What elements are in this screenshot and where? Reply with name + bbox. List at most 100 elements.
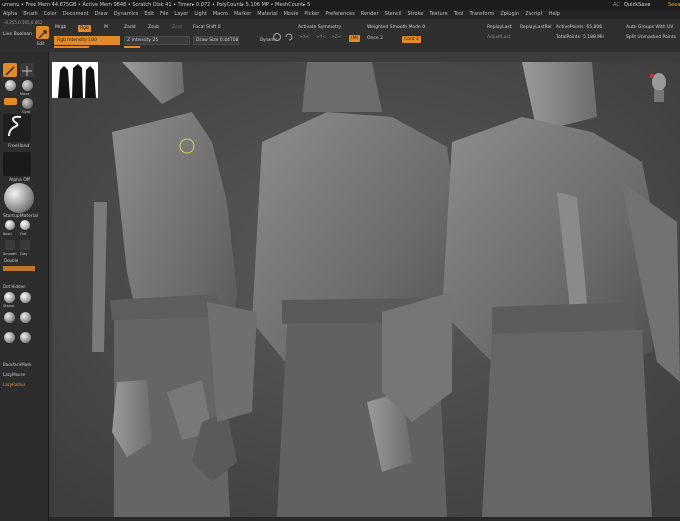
edit-mode-button[interactable]: [36, 26, 49, 39]
menu-stencil[interactable]: Stencil: [382, 10, 405, 19]
skin-label[interactable]: Seeab: [666, 0, 680, 10]
rotate-button[interactable]: [4, 98, 17, 105]
move-label: Move: [20, 92, 30, 96]
sym-z-button[interactable]: >Z<: [331, 34, 342, 42]
sym-y-button[interactable]: >Y<: [316, 34, 326, 42]
activate-symmetry-button[interactable]: Activate Symmetry: [298, 24, 341, 32]
focal-shift-slider[interactable]: Focal Shift 0: [193, 24, 221, 32]
lazymouse-label[interactable]: LazyMouse: [3, 372, 25, 377]
menu-picker[interactable]: Picker: [301, 10, 322, 19]
startup-material-label: StartupMaterial: [3, 214, 38, 219]
menu-help[interactable]: Help: [546, 10, 563, 19]
zadd-button[interactable]: Zadd: [124, 24, 136, 32]
clay-brush[interactable]: [20, 240, 30, 250]
menu-macro[interactable]: Macro: [210, 10, 231, 19]
menu-render[interactable]: Render: [358, 10, 382, 19]
stamp-material[interactable]: [4, 292, 15, 303]
menu-document[interactable]: Document: [60, 10, 92, 19]
alpha-thumb[interactable]: [3, 152, 31, 176]
menu-alpha[interactable]: Alpha: [0, 10, 20, 19]
zcut-button[interactable]: Zcut: [172, 24, 182, 32]
menu-preferences[interactable]: Preferences: [322, 10, 357, 19]
z-intensity-slider[interactable]: Z Intensity 25: [124, 36, 190, 45]
status-text: umenu • Free Mem 44.675GB • Active Mem 9…: [2, 2, 311, 8]
once-button[interactable]: Once 2: [367, 35, 383, 43]
menu-layer[interactable]: Layer: [171, 10, 191, 19]
menu-zscript[interactable]: Zscript: [522, 10, 545, 19]
menu-texture[interactable]: Texture: [426, 10, 450, 19]
status-bar: umenu • Free Mem 44.675GB • Active Mem 9…: [0, 0, 680, 10]
menu-movie[interactable]: Movie: [281, 10, 302, 19]
replay-last-rel-button[interactable]: ReplayLastRel: [520, 24, 552, 32]
standard-brush[interactable]: [5, 80, 16, 91]
sym-x-button[interactable]: >X<: [299, 34, 310, 42]
material-swatch-b[interactable]: [20, 312, 31, 323]
flat-label: Flat: [20, 232, 27, 236]
material-swatch-c[interactable]: [4, 332, 15, 343]
scale-button[interactable]: [22, 80, 33, 91]
menu-brush[interactable]: Brush: [20, 10, 40, 19]
live-boolean-button[interactable]: Live Boolean: [3, 31, 32, 39]
move-button[interactable]: [20, 63, 34, 77]
top-shelf: Live Boolean Edit Mrgb Rgb M Zadd Zsub Z…: [0, 19, 680, 53]
symmetry-icon: [273, 33, 281, 41]
ac-label[interactable]: AC: [611, 0, 620, 10]
material-swatch-a[interactable]: [4, 312, 15, 323]
menu-light[interactable]: Light: [191, 10, 209, 19]
navigation-head-icon[interactable]: [648, 70, 670, 104]
basic-material[interactable]: [5, 220, 15, 230]
smooth-brush[interactable]: [5, 240, 15, 250]
dot-material[interactable]: [20, 292, 31, 303]
menu-draw[interactable]: Draw: [92, 10, 111, 19]
symmetry-radial-toggle[interactable]: [284, 27, 294, 41]
brush-stroke-icon: [8, 115, 22, 137]
menu-material[interactable]: Material: [254, 10, 280, 19]
symmetry-toggle[interactable]: [272, 27, 282, 41]
menu-dynamics[interactable]: Dynamics: [111, 10, 142, 19]
backface-mask-label[interactable]: BackfaceMask: [3, 362, 32, 367]
clay-label: Clay: [20, 252, 28, 256]
quicksave-button[interactable]: QuickSave: [622, 0, 650, 10]
freehand-label: FreeHand: [8, 144, 30, 149]
menu-zplugin[interactable]: Zplugin: [497, 10, 522, 19]
rgb-intensity-slider[interactable]: Rgb Intensity 100: [54, 36, 120, 45]
flat-material[interactable]: [20, 220, 30, 230]
rgb-button[interactable]: Rgb: [78, 25, 91, 32]
weighted-smooth-slider[interactable]: Weighted Smooth Mode 0: [367, 24, 425, 32]
double-slider[interactable]: [3, 266, 35, 271]
total-points-readout: TotalPoints: 5.188 Mil: [556, 35, 604, 40]
menu-tool[interactable]: Tool: [451, 10, 467, 19]
cont-button[interactable]: Cont 2: [402, 36, 421, 43]
smooth-label: Smooth: [3, 252, 17, 256]
menu-marker[interactable]: Marker: [231, 10, 254, 19]
sym-m-button[interactable]: (M): [349, 35, 361, 42]
menu-edit[interactable]: Edit: [141, 10, 157, 19]
menu-file[interactable]: File: [157, 10, 171, 19]
menu-stroke[interactable]: Stroke: [404, 10, 426, 19]
m-button[interactable]: M: [104, 24, 108, 32]
z-intensity-fill: [124, 46, 140, 48]
zsub-button[interactable]: Zsub: [148, 24, 159, 32]
auto-groups-uv-button[interactable]: Auto Groups With UV: [626, 24, 673, 32]
split-unmasked-button[interactable]: Split Unmasked Points: [626, 34, 676, 42]
adjust-last-button[interactable]: AdjustLast: [487, 34, 510, 42]
rotate-icon: [285, 33, 293, 41]
left-shelf: Move Gyro FreeHand Alpha Off StartupMate…: [0, 52, 49, 521]
double-label[interactable]: Double: [4, 258, 18, 263]
basic-label: Basic: [3, 232, 13, 236]
gyro-button[interactable]: [22, 98, 33, 109]
silhouette-thumbnail-icon[interactable]: [52, 62, 98, 98]
sculpt-viewport-render: [52, 62, 680, 517]
menu-color[interactable]: Color: [41, 10, 60, 19]
replay-last-button[interactable]: ReplayLast: [487, 24, 512, 32]
lazy-radius-slider[interactable]: LazyRadius: [3, 382, 26, 387]
menu-transform[interactable]: Transform: [466, 10, 497, 19]
freehand-stroke-thumb[interactable]: [3, 114, 31, 142]
draw-button[interactable]: [3, 63, 17, 77]
material-swatch-d[interactable]: [20, 332, 31, 343]
dot-hidden-label[interactable]: Dot Hidden: [3, 284, 26, 289]
edit-label: Edit: [37, 41, 45, 46]
viewport[interactable]: [52, 62, 680, 517]
material-thumb[interactable]: [4, 183, 34, 213]
draw-size-slider[interactable]: Draw Size 0.44708: [193, 36, 239, 45]
